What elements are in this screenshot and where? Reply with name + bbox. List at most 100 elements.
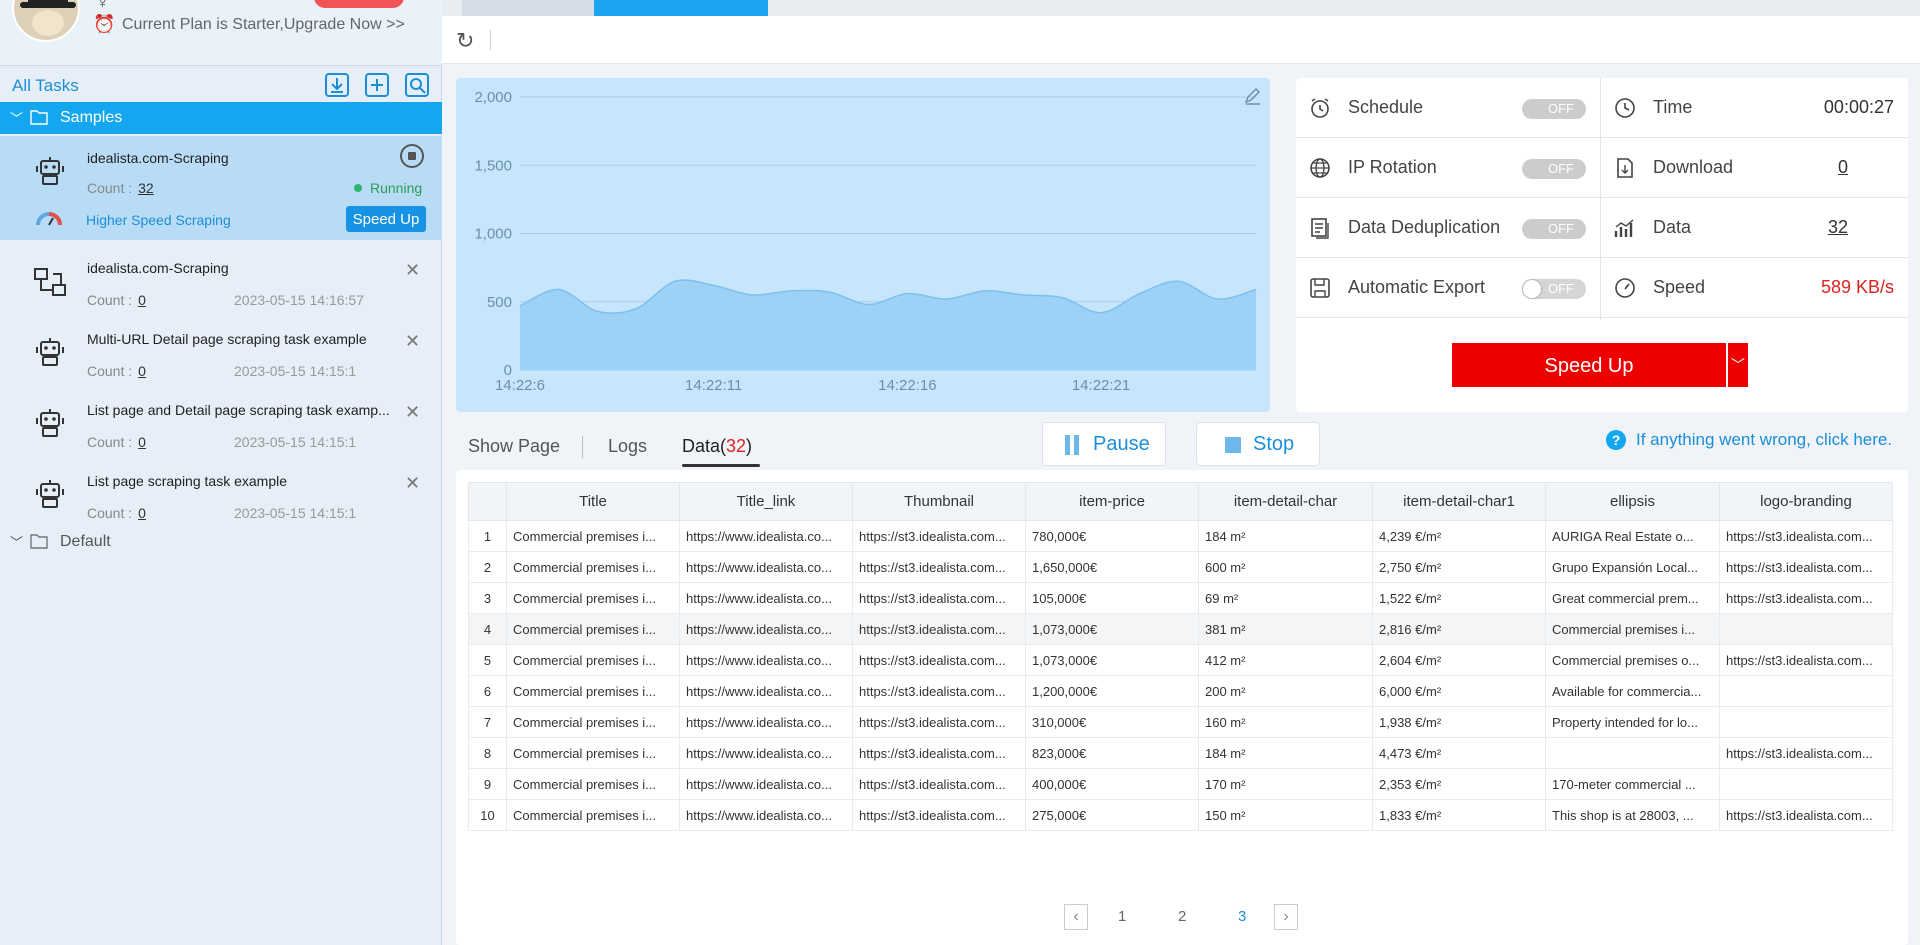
table-row[interactable]: 2 Commercial premises i... https://www.ide… — [468, 551, 1893, 583]
table-row[interactable]: 7 Commercial premises i... https://www.ide… — [468, 706, 1893, 738]
table-row[interactable]: 8 Commercial premises i... https://www.ide… — [468, 737, 1893, 769]
ip-rotation-toggle[interactable]: OFF — [1522, 159, 1586, 179]
table-cell: https://st3.idealista.com... — [852, 706, 1026, 738]
table-cell: 1,938 €/m² — [1372, 706, 1546, 738]
task-item[interactable]: List page and Detail page scraping task … — [0, 392, 442, 464]
table-cell: https://st3.idealista.com... — [1719, 520, 1893, 552]
table-row[interactable]: 5 Commercial premises i... https://www.ide… — [468, 644, 1893, 676]
import-icon[interactable] — [324, 72, 350, 98]
row-index: 2 — [468, 551, 507, 583]
stat-speed: Speed 589 KB/s — [1601, 258, 1908, 318]
tab-logs[interactable]: Logs — [608, 436, 647, 457]
count-link[interactable]: 0 — [138, 363, 146, 379]
stop-task-icon[interactable] — [400, 144, 424, 168]
folder-default[interactable]: ﹀ Default — [0, 526, 442, 558]
table-cell: 412 m² — [1198, 644, 1373, 676]
table-row[interactable]: 3 Commercial premises i... https://www.ide… — [468, 582, 1893, 614]
close-icon[interactable]: ✕ — [405, 331, 420, 352]
chevron-down-icon[interactable]: ﹀ — [10, 532, 23, 551]
task-item[interactable]: idealista.com-Scraping ✕ Count : 0 2023-0… — [0, 250, 442, 322]
auto-export-toggle[interactable]: OFF — [1522, 279, 1586, 299]
table-row[interactable]: 1 Commercial premises i... https://www.ide… — [468, 520, 1893, 552]
tab-show-page[interactable]: Show Page — [468, 436, 560, 457]
table-cell: https://st3.idealista.com... — [852, 551, 1026, 583]
count-link[interactable]: 32 — [138, 180, 154, 196]
table-cell: Commercial premises i... — [506, 644, 680, 676]
table-cell: Commercial premises i... — [506, 551, 680, 583]
column-header[interactable]: ellipsis — [1545, 482, 1720, 521]
table-cell: https://st3.idealista.com... — [852, 768, 1026, 800]
page-2[interactable]: 2 — [1178, 908, 1186, 925]
avatar[interactable] — [12, 0, 80, 42]
tab-data[interactable]: Data(32) — [682, 436, 752, 457]
download-file-icon — [1613, 156, 1637, 180]
count-link[interactable]: 0 — [138, 505, 146, 521]
chevron-down-icon[interactable]: ﹀ — [10, 108, 23, 127]
tab-data-count: 32 — [726, 436, 747, 456]
stop-label: Stop — [1253, 433, 1295, 455]
clock-icon — [1613, 96, 1637, 120]
active-tab-underline — [682, 464, 760, 467]
schedule-toggle[interactable]: OFF — [1522, 99, 1586, 119]
table-cell: 2,604 €/m² — [1372, 644, 1546, 676]
column-header[interactable]: Thumbnail — [852, 482, 1026, 521]
task-item-running[interactable]: idealista.com-Scraping Count : 32 Running… — [0, 136, 442, 240]
task-item[interactable]: Multi-URL Detail page scraping task exam… — [0, 321, 442, 393]
download-value-link[interactable]: 0 — [1838, 157, 1848, 178]
count-link[interactable]: 0 — [138, 292, 146, 308]
table-cell — [1545, 737, 1720, 769]
count-label: Count : — [87, 363, 133, 379]
close-icon[interactable]: ✕ — [405, 260, 420, 281]
table-row[interactable]: 4 Commercial premises i... https://www.ide… — [468, 613, 1893, 645]
count-link[interactable]: 0 — [138, 434, 146, 450]
search-task-icon[interactable] — [404, 72, 430, 98]
export-icon — [1308, 276, 1332, 300]
close-icon[interactable]: ✕ — [405, 473, 420, 494]
stat-schedule: Schedule OFF — [1296, 78, 1600, 138]
speed-up-small-button[interactable]: Speed Up — [346, 206, 426, 232]
speed-up-dropdown-icon[interactable]: ﹀ — [1728, 343, 1748, 387]
next-page-icon[interactable]: › — [1274, 904, 1298, 930]
table-cell: https://www.idealista.co... — [679, 706, 853, 738]
top-tab-active[interactable] — [594, 0, 768, 16]
column-header-index[interactable] — [468, 482, 507, 521]
pause-button[interactable]: Pause — [1042, 422, 1166, 466]
table-cell: 823,000€ — [1025, 737, 1199, 769]
row-index: 8 — [468, 737, 507, 769]
prev-page-icon[interactable]: ‹ — [1064, 904, 1088, 930]
bar-chart-icon — [1613, 216, 1637, 240]
column-header[interactable]: item-detail-char — [1198, 482, 1373, 521]
upgrade-badge[interactable] — [314, 0, 404, 8]
close-icon[interactable]: ✕ — [405, 402, 420, 423]
table-row[interactable]: 9 Commercial premises i... https://www.ide… — [468, 768, 1893, 800]
column-header[interactable]: logo-branding — [1719, 482, 1893, 521]
column-header[interactable]: item-detail-char1 — [1372, 482, 1546, 521]
dedup-toggle[interactable]: OFF — [1522, 219, 1586, 239]
speedometer-icon — [1613, 276, 1637, 300]
column-header[interactable]: Title — [506, 482, 680, 521]
help-link[interactable]: ? If anything went wrong, click here. — [1606, 430, 1892, 450]
column-header[interactable]: Title_link — [679, 482, 853, 521]
task-name: List page scraping task example — [87, 473, 287, 489]
avatar-hat-brim — [20, 2, 76, 8]
folder-samples[interactable]: ﹀ Samples — [0, 102, 442, 134]
table-row[interactable]: 6 Commercial premises i... https://www.ide… — [468, 675, 1893, 707]
column-header[interactable]: item-price — [1025, 482, 1199, 521]
speed-up-button[interactable]: Speed Up — [1452, 343, 1726, 387]
row-index: 6 — [468, 675, 507, 707]
refresh-icon[interactable]: ↻ — [456, 28, 474, 54]
task-name: idealista.com-Scraping — [87, 150, 229, 166]
task-count: Count : 0 — [87, 505, 146, 521]
task-item[interactable]: List page scraping task example ✕ Count … — [0, 463, 442, 535]
data-table-panel: Title Title_link Thumbnail item-price item-d… — [456, 470, 1908, 945]
table-cell: Great commercial prem... — [1545, 582, 1720, 614]
y-tick-label: 500 — [487, 294, 512, 311]
page-1[interactable]: 1 — [1118, 908, 1126, 925]
stop-button[interactable]: Stop — [1196, 422, 1320, 466]
top-tab[interactable] — [462, 0, 594, 16]
plan-upgrade-link[interactable]: Current Plan is Starter,Upgrade Now >> — [122, 16, 405, 34]
table-row[interactable]: 10 Commercial premises i... https://www.id… — [468, 799, 1893, 831]
page-3-active[interactable]: 3 — [1238, 908, 1246, 925]
data-value-link[interactable]: 32 — [1828, 217, 1848, 238]
add-task-icon[interactable] — [364, 72, 390, 98]
